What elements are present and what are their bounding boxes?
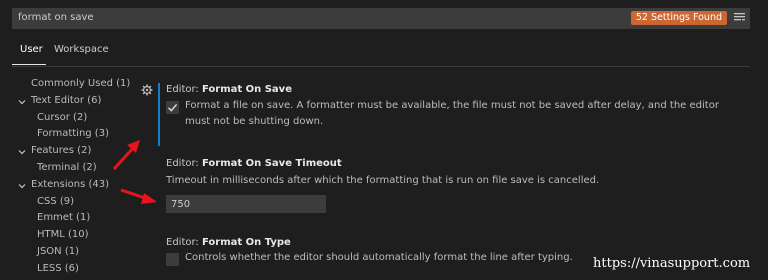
arrow-icon bbox=[120, 188, 157, 204]
setting-title-format-on-type: Editor: Format On Type bbox=[166, 237, 291, 248]
toc-item-less[interactable]: LESS (6) bbox=[37, 263, 79, 274]
arrow-icon bbox=[112, 140, 140, 171]
settings-search-bar[interactable]: format on save 52 Settings Found bbox=[12, 8, 750, 29]
tabs-divider bbox=[12, 66, 750, 67]
toc-item-cursor[interactable]: Cursor (2) bbox=[37, 112, 87, 123]
focused-setting-indicator bbox=[158, 83, 160, 146]
setting-category: Editor: bbox=[166, 237, 202, 248]
active-tab-indicator bbox=[12, 64, 46, 65]
tab-user[interactable]: User bbox=[20, 44, 43, 55]
setting-description: Format a file on save. A formatter must … bbox=[185, 100, 719, 127]
toc-item-commonly-used[interactable]: Commonly Used (1) bbox=[31, 78, 130, 89]
toc-item-json[interactable]: JSON (1) bbox=[37, 246, 79, 257]
chevron-down-icon[interactable] bbox=[18, 148, 26, 156]
setting-description: Timeout in milliseconds after which the … bbox=[166, 175, 600, 186]
setting-category: Editor: bbox=[166, 158, 202, 169]
setting-name: Format On Save bbox=[201, 84, 292, 95]
toc-item-terminal[interactable]: Terminal (2) bbox=[37, 162, 97, 173]
annotation-arrows bbox=[112, 140, 157, 204]
toc-item-html[interactable]: HTML (10) bbox=[37, 229, 89, 240]
format-on-type-checkbox[interactable] bbox=[166, 253, 179, 266]
search-input[interactable]: format on save bbox=[18, 12, 94, 23]
format-on-save-timeout-input[interactable] bbox=[166, 195, 326, 213]
setting-name: Format On Type bbox=[201, 237, 291, 248]
toc-item-formatting[interactable]: Formatting (3) bbox=[37, 128, 109, 139]
chevron-down-icon[interactable] bbox=[18, 98, 26, 106]
toc-item-text-editor[interactable]: Text Editor (6) bbox=[31, 95, 101, 106]
filter-icon[interactable] bbox=[734, 12, 745, 23]
watermark-url: https://vinasupport.com bbox=[593, 256, 751, 271]
toc-item-features[interactable]: Features (2) bbox=[31, 145, 91, 156]
toc-item-css[interactable]: CSS (9) bbox=[37, 196, 74, 207]
format-on-save-checkbox[interactable] bbox=[166, 101, 179, 114]
setting-title-format-on-save-timeout: Editor: Format On Save Timeout bbox=[166, 158, 342, 169]
toc-item-emmet[interactable]: Emmet (1) bbox=[37, 212, 90, 223]
setting-name: Format On Save Timeout bbox=[201, 158, 342, 169]
toc-item-extensions[interactable]: Extensions (43) bbox=[31, 179, 109, 190]
gear-icon[interactable] bbox=[141, 84, 153, 96]
chevron-down-icon[interactable] bbox=[18, 182, 26, 190]
setting-category: Editor: bbox=[166, 84, 202, 95]
results-count-badge: 52 Settings Found bbox=[630, 11, 727, 25]
setting-title-format-on-save: Editor: Format On Save bbox=[166, 84, 292, 95]
checkmark-icon bbox=[168, 103, 178, 112]
tab-workspace[interactable]: Workspace bbox=[54, 44, 109, 55]
